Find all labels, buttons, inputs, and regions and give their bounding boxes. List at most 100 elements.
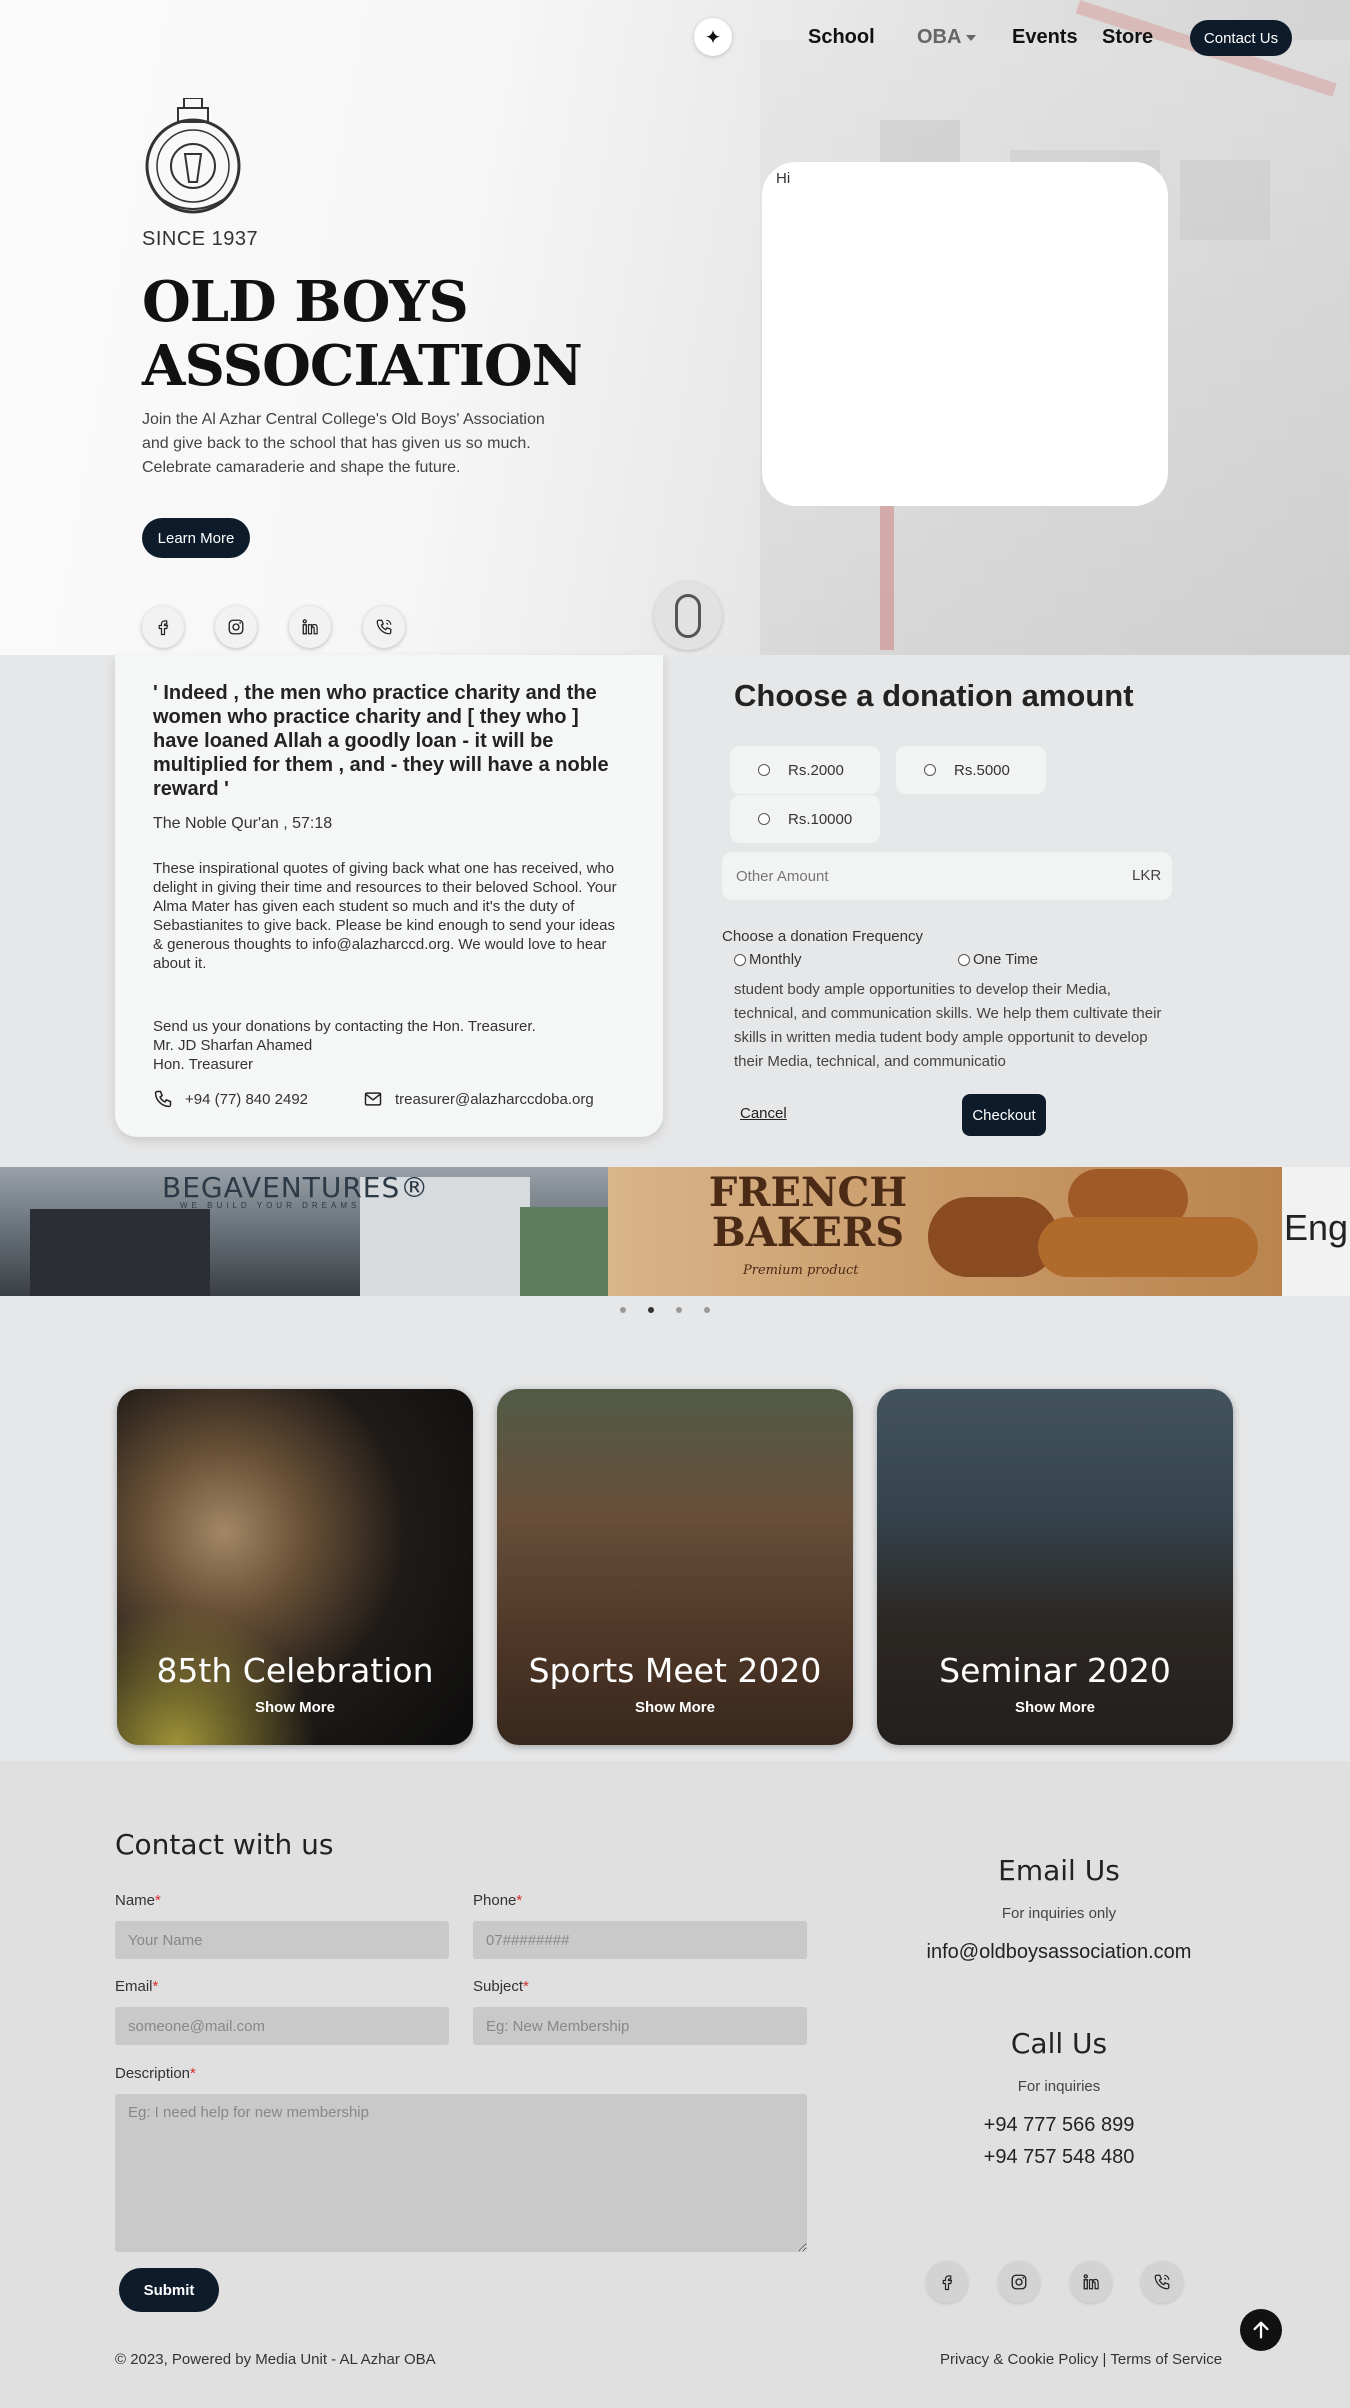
- instagram-icon[interactable]: [215, 606, 257, 648]
- sponsor-image: [30, 1209, 210, 1296]
- sponsor-carousel[interactable]: BEGAVENTURES® WE BUILD YOUR DREAMS FRENC…: [0, 1167, 1350, 1296]
- hero-box-text: Hi: [776, 170, 791, 187]
- subject-label-text: Subject: [473, 1978, 524, 1995]
- chevron-down-icon: [966, 34, 977, 41]
- hero-title: OLD BOYS ASSOCIATION: [142, 269, 583, 399]
- description-textarea[interactable]: [115, 2094, 807, 2252]
- quote-text: ' Indeed , the men who practice charity …: [153, 682, 609, 800]
- sparkle-icon[interactable]: ✦: [694, 18, 732, 56]
- frequency-one-time[interactable]: One Time: [958, 951, 1038, 968]
- treasurer-phone[interactable]: +94 (77) 840 2492: [153, 1089, 308, 1109]
- legal-links[interactable]: Privacy & Cookie Policy | Terms of Servi…: [940, 2351, 1222, 2368]
- other-amount-field: LKR: [722, 852, 1172, 900]
- radio-icon: [958, 953, 970, 966]
- call-us-phone-1[interactable]: +94 777 566 899: [900, 2109, 1218, 2141]
- name-input[interactable]: [115, 1921, 449, 1959]
- linkedin-icon[interactable]: [289, 606, 331, 648]
- instagram-icon[interactable]: [998, 2261, 1040, 2303]
- carousel-dot[interactable]: [676, 1307, 682, 1313]
- sponsor-slide-begaventures[interactable]: BEGAVENTURES® WE BUILD YOUR DREAMS: [0, 1167, 608, 1296]
- hero-media-box: Hi: [762, 162, 1168, 506]
- other-amount-input[interactable]: [722, 852, 1102, 900]
- quote-card: ' Indeed , the men who practice charity …: [115, 655, 663, 1137]
- sponsor-logo-text: Eng: [1284, 1207, 1349, 1248]
- amount-label: Rs.10000: [788, 810, 853, 828]
- call-us-phones: +94 777 566 899 +94 757 548 480: [900, 2109, 1218, 2173]
- facebook-icon[interactable]: [926, 2261, 968, 2303]
- amount-label: Rs.5000: [954, 761, 1010, 779]
- email-label: Email*: [115, 1978, 158, 1995]
- nav-oba[interactable]: OBA: [917, 26, 977, 49]
- nav-school[interactable]: School: [808, 26, 875, 49]
- email-us-address[interactable]: info@oldboysassociation.com: [900, 1936, 1218, 1968]
- checkout-button[interactable]: Checkout: [962, 1094, 1046, 1136]
- sponsor-image: [520, 1207, 608, 1296]
- since-text: SINCE 1937: [142, 228, 259, 250]
- mail-icon: [364, 1092, 382, 1106]
- hero-description: Join the Al Azhar Central College's Old …: [142, 411, 545, 476]
- sponsor-logo-text: BEGAVENTURES®: [162, 1171, 430, 1204]
- phone-icon[interactable]: [363, 606, 405, 648]
- mouse-icon: [675, 594, 701, 638]
- back-to-top-button[interactable]: [1240, 2309, 1282, 2351]
- top-nav: ✦ School OBA Events Store Contact Us: [0, 18, 1350, 58]
- show-more-link[interactable]: Show More: [117, 1699, 473, 1716]
- frequency-label: Choose a donation Frequency: [722, 928, 923, 945]
- amount-label: Rs.2000: [788, 761, 844, 779]
- event-title: Sports Meet 2020: [528, 1651, 822, 1690]
- subject-input[interactable]: [473, 2007, 807, 2045]
- contact-us-button[interactable]: Contact Us: [1190, 20, 1292, 56]
- facebook-icon[interactable]: [142, 606, 184, 648]
- frequency-one-time-label: One Time: [973, 951, 1039, 968]
- sponsor-tagline: Premium product: [743, 1263, 859, 1278]
- phone-label: Phone*: [473, 1892, 522, 1909]
- name-label-text: Name: [115, 1892, 156, 1909]
- sponsor-logo-text: FRENCH BAKERS: [708, 1169, 908, 1256]
- sponsor-slide-french-bakers[interactable]: FRENCH BAKERS Premium product: [608, 1167, 1282, 1296]
- phone-icon: [154, 1090, 172, 1108]
- treasurer-phone-text: +94 (77) 840 2492: [185, 1090, 309, 1108]
- call-us-phone-2[interactable]: +94 757 548 480: [900, 2141, 1218, 2173]
- radio-icon: [758, 813, 770, 825]
- treasurer-info: Send us your donations by contacting the…: [153, 1017, 625, 1074]
- required-mark: *: [152, 1978, 159, 1995]
- phone-label-text: Phone: [473, 1892, 517, 1909]
- event-title: 85th Celebration: [156, 1651, 434, 1690]
- cancel-button[interactable]: Cancel: [740, 1105, 787, 1122]
- email-input[interactable]: [115, 2007, 449, 2045]
- event-card-seminar[interactable]: Seminar 2020 Show More: [877, 1389, 1233, 1745]
- event-overlay: [497, 1389, 853, 1745]
- nav-events[interactable]: Events: [1012, 26, 1078, 49]
- amount-option-10000[interactable]: Rs.10000: [730, 795, 880, 843]
- amount-option-2000[interactable]: Rs.2000: [730, 746, 880, 794]
- nav-store[interactable]: Store: [1102, 26, 1153, 49]
- quote-source: The Noble Qur'an , 57:18: [153, 815, 333, 832]
- donation-description: student body ample opportunities to deve…: [734, 981, 1162, 1070]
- learn-more-button[interactable]: Learn More: [142, 518, 250, 558]
- phone-icon[interactable]: [1141, 2261, 1183, 2303]
- event-card-85th-celebration[interactable]: 85th Celebration Show More: [117, 1389, 473, 1745]
- scroll-down-indicator[interactable]: [654, 582, 722, 650]
- submit-button[interactable]: Submit: [119, 2268, 219, 2312]
- bread-image: [1038, 1217, 1258, 1277]
- description-label-text: Description: [115, 2065, 191, 2082]
- email-label-text: Email: [115, 1978, 153, 1995]
- amount-option-5000[interactable]: Rs.5000: [896, 746, 1046, 794]
- linkedin-icon[interactable]: [1070, 2261, 1112, 2303]
- currency-label: LKR: [1132, 867, 1162, 884]
- carousel-dot[interactable]: [704, 1307, 710, 1313]
- show-more-link[interactable]: Show More: [497, 1699, 853, 1716]
- event-card-sports-meet[interactable]: Sports Meet 2020 Show More: [497, 1389, 853, 1745]
- phone-input[interactable]: [473, 1921, 807, 1959]
- carousel-dot[interactable]: [620, 1307, 626, 1313]
- sponsor-slide-partial[interactable]: Eng: [1282, 1167, 1350, 1296]
- treasurer-email[interactable]: treasurer@alazharccdoba.org: [363, 1089, 594, 1109]
- frequency-monthly-label: Monthly: [749, 951, 802, 968]
- hero-background-window: [1180, 160, 1270, 240]
- carousel-dot-active[interactable]: [648, 1307, 654, 1313]
- email-us-block: Email Us For inquiries only info@oldboys…: [900, 1854, 1218, 1968]
- show-more-link[interactable]: Show More: [877, 1699, 1233, 1716]
- required-mark: *: [516, 1892, 523, 1909]
- hero-background-pillar: [880, 500, 894, 650]
- frequency-monthly[interactable]: Monthly: [734, 951, 802, 968]
